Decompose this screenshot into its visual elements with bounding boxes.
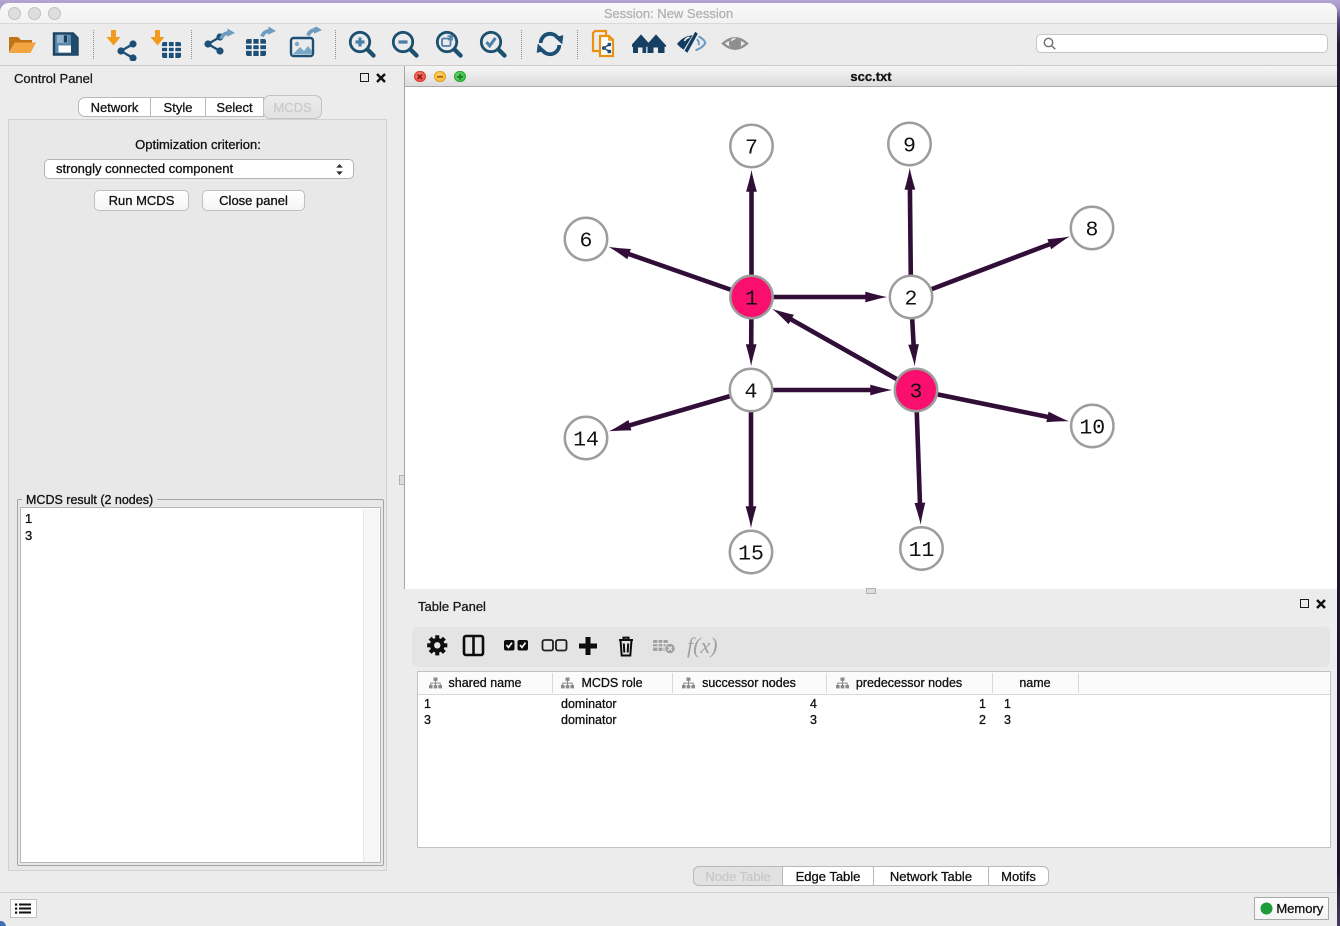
svg-text:14: 14: [573, 429, 599, 453]
svg-text:1: 1: [745, 288, 758, 312]
svg-text:f(x): f(x): [687, 633, 718, 658]
svg-text:10: 10: [1079, 417, 1105, 441]
svg-text:8: 8: [1086, 219, 1099, 243]
svg-text:9: 9: [903, 135, 916, 159]
svg-text:3: 3: [910, 381, 923, 405]
svg-text:2: 2: [905, 288, 918, 312]
svg-text:4: 4: [745, 381, 758, 405]
svg-text:7: 7: [745, 137, 758, 161]
svg-text:11: 11: [909, 539, 935, 563]
svg-text:6: 6: [580, 230, 593, 254]
svg-text:15: 15: [738, 543, 764, 567]
